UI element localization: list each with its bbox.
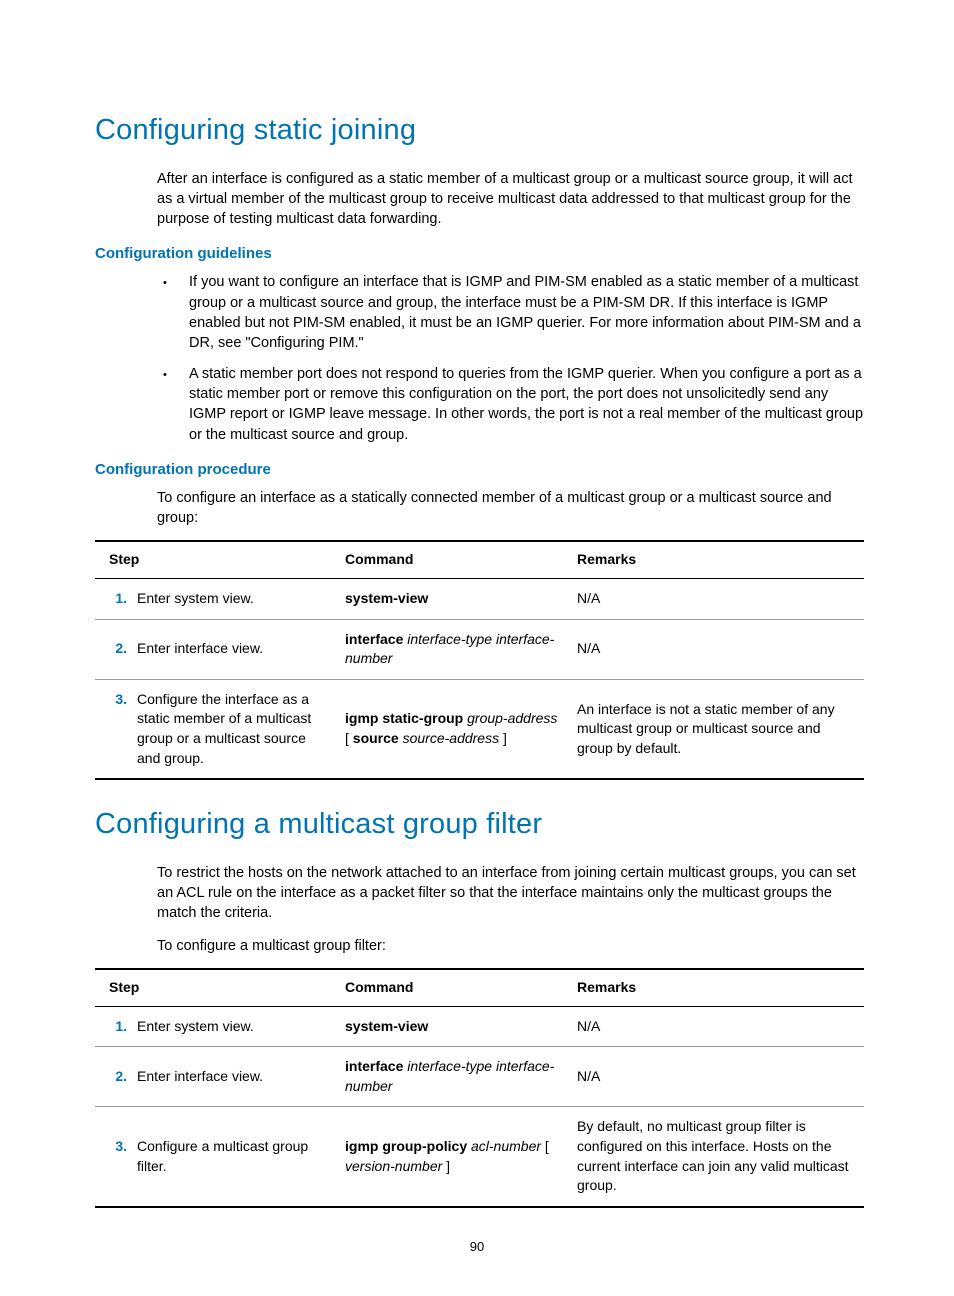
subheading-guidelines: Configuration guidelines <box>95 243 864 264</box>
step-cell: 2.Enter interface view. <box>95 1047 339 1107</box>
heading-static-joining: Configuring static joining <box>95 110 864 151</box>
step-cell: 2.Enter interface view. <box>95 619 339 679</box>
step-cell: 3.Configure the interface as a static me… <box>95 679 339 779</box>
procedure-table-2: Step Command Remarks 1.Enter system view… <box>95 968 864 1208</box>
intro-paragraph: To configure a multicast group filter: <box>95 936 864 956</box>
heading-group-filter: Configuring a multicast group filter <box>95 804 864 845</box>
command-cell: igmp static-group group-address [ source… <box>339 679 571 779</box>
step-number: 2. <box>101 1067 137 1087</box>
remarks-cell: By default, no multicast group filter is… <box>571 1107 864 1207</box>
command-cell: interface interface-type interface-numbe… <box>339 1047 571 1107</box>
command-cell: igmp group-policy acl-number [ version-n… <box>339 1107 571 1207</box>
step-number: 1. <box>101 589 137 609</box>
command-cell: interface interface-type interface-numbe… <box>339 619 571 679</box>
step-description: Enter system view. <box>137 1017 329 1037</box>
step-description: Configure a multicast group filter. <box>137 1137 329 1176</box>
remarks-cell: N/A <box>571 1006 864 1047</box>
step-cell: 1.Enter system view. <box>95 579 339 620</box>
step-number: 1. <box>101 1017 137 1037</box>
table-row: 2.Enter interface view.interface interfa… <box>95 619 864 679</box>
procedure-table-1: Step Command Remarks 1.Enter system view… <box>95 540 864 780</box>
step-description: Configure the interface as a static memb… <box>137 690 329 768</box>
remarks-cell: N/A <box>571 1047 864 1107</box>
th-command: Command <box>339 541 571 578</box>
th-remarks: Remarks <box>571 969 864 1006</box>
table-row: 1.Enter system view.system-viewN/A <box>95 1006 864 1047</box>
subheading-procedure: Configuration procedure <box>95 459 864 480</box>
guidelines-list: If you want to configure an interface th… <box>95 272 864 444</box>
list-item: If you want to configure an interface th… <box>157 272 864 353</box>
remarks-cell: An interface is not a static member of a… <box>571 679 864 779</box>
table-row: 1.Enter system view.system-viewN/A <box>95 579 864 620</box>
step-cell: 3.Configure a multicast group filter. <box>95 1107 339 1207</box>
list-item: A static member port does not respond to… <box>157 364 864 445</box>
th-step: Step <box>95 541 339 578</box>
procedure-intro: To configure an interface as a staticall… <box>95 488 864 529</box>
step-number: 2. <box>101 639 137 659</box>
remarks-cell: N/A <box>571 579 864 620</box>
command-cell: system-view <box>339 1006 571 1047</box>
page-number: 90 <box>0 1238 954 1256</box>
step-description: Enter system view. <box>137 589 329 609</box>
page: Configuring static joining After an inte… <box>0 0 954 1296</box>
step-description: Enter interface view. <box>137 1067 329 1087</box>
intro-paragraph: To restrict the hosts on the network att… <box>95 863 864 924</box>
table-row: 3.Configure the interface as a static me… <box>95 679 864 779</box>
step-cell: 1.Enter system view. <box>95 1006 339 1047</box>
step-number: 3. <box>101 690 137 710</box>
th-remarks: Remarks <box>571 541 864 578</box>
th-command: Command <box>339 969 571 1006</box>
step-number: 3. <box>101 1137 137 1157</box>
command-cell: system-view <box>339 579 571 620</box>
th-step: Step <box>95 969 339 1006</box>
intro-paragraph: After an interface is configured as a st… <box>95 169 864 230</box>
table-row: 2.Enter interface view.interface interfa… <box>95 1047 864 1107</box>
step-description: Enter interface view. <box>137 639 329 659</box>
remarks-cell: N/A <box>571 619 864 679</box>
table-row: 3.Configure a multicast group filter.igm… <box>95 1107 864 1207</box>
